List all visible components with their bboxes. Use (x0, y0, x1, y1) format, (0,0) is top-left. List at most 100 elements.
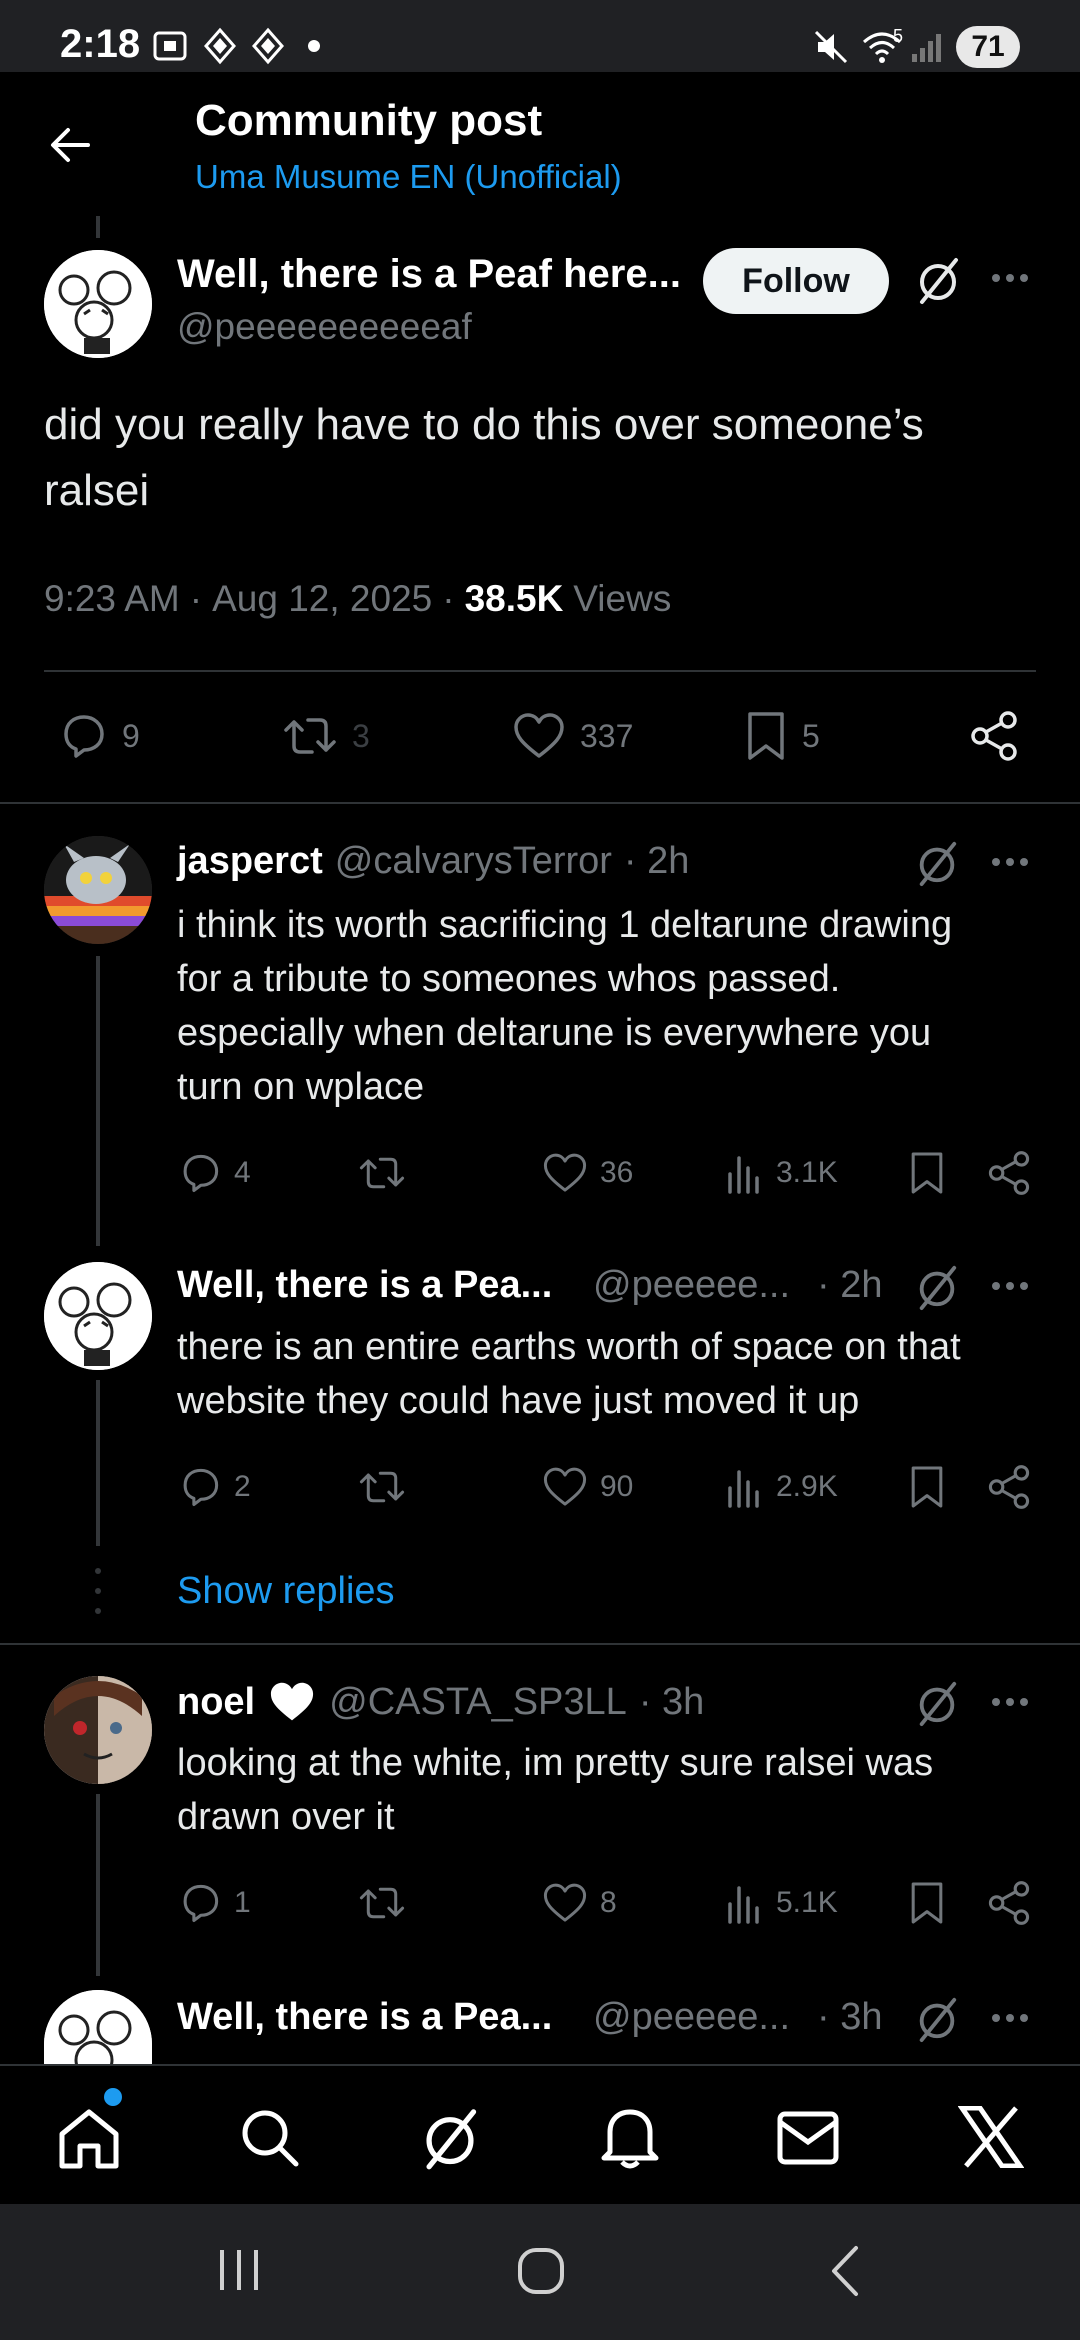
grok-icon[interactable] (914, 1994, 960, 2044)
reply-text: there is an entire earths worth of space… (177, 1320, 961, 1428)
grok-icon[interactable] (914, 838, 960, 888)
bookmark-icon[interactable] (908, 1464, 946, 1510)
reply-text-line: turn on wplace (177, 1066, 425, 1108)
reply-count: 4 (234, 1156, 251, 1189)
repost-button[interactable]: 3 (282, 712, 370, 760)
avatar[interactable] (44, 836, 152, 944)
x-logo-icon[interactable] (958, 2106, 1024, 2168)
avatar[interactable] (44, 1676, 152, 1784)
search-icon[interactable] (238, 2106, 302, 2170)
reply-author-name[interactable]: Well, there is a Pea... (177, 1264, 552, 1307)
like-button[interactable]: 90 (542, 1466, 633, 1508)
divider (0, 802, 1080, 804)
views-button[interactable]: 5.1K (724, 1882, 838, 1924)
grok-icon[interactable] (914, 1678, 960, 1728)
like-button[interactable]: 36 (542, 1152, 633, 1194)
reply-text-line: website they could have just moved it up (177, 1380, 860, 1422)
reply-count: 9 (122, 717, 140, 754)
reply-text: looking at the white, im pretty sure ral… (177, 1736, 933, 1844)
reply-time: · 2h (623, 840, 690, 882)
share-icon[interactable] (986, 1880, 1032, 1926)
reply-icon (183, 1154, 219, 1193)
reply-author-name[interactable]: jasperct (177, 840, 323, 883)
avatar[interactable] (44, 1262, 152, 1370)
reply-button[interactable]: 1 (178, 1882, 251, 1924)
network-type: 5 (893, 26, 904, 46)
views-icon (728, 1886, 759, 1924)
reply-text-line: there is an entire earths worth of space… (177, 1326, 961, 1368)
bookmark-count: 5 (802, 717, 820, 754)
home-icon[interactable] (56, 2108, 122, 2170)
like-icon (514, 713, 564, 758)
reply-time: · 3h (817, 1996, 883, 2038)
repost-count: 3 (352, 717, 370, 754)
reply-author-handle[interactable]: @peeeee... (593, 1264, 790, 1307)
notifications-icon[interactable] (600, 2104, 660, 2170)
share-icon[interactable] (968, 710, 1020, 762)
bookmark-button[interactable]: 5 (744, 710, 820, 762)
avatar[interactable] (44, 250, 152, 358)
share-icon[interactable] (986, 1464, 1032, 1510)
reply-author-handle[interactable]: @CASTA_SP3LL (329, 1681, 627, 1724)
repost-icon[interactable] (358, 1152, 406, 1194)
views-count: 2.9K (776, 1470, 838, 1503)
messages-icon[interactable] (776, 2110, 840, 2166)
home-button-icon[interactable] (516, 2246, 566, 2296)
reply-author-handle[interactable]: @calvarysTerror (335, 840, 612, 883)
dot-icon (308, 40, 320, 52)
recents-icon[interactable] (216, 2248, 262, 2292)
more-icon[interactable] (990, 2012, 1030, 2024)
follow-button[interactable]: Follow (703, 248, 889, 314)
reply-author-handle[interactable]: @peeeee... (593, 1996, 790, 2039)
more-icon[interactable] (990, 272, 1030, 284)
like-icon (543, 1153, 587, 1192)
avatar[interactable] (44, 1990, 152, 2064)
page-title: Community post (195, 96, 543, 145)
reply-author-name[interactable]: noel (177, 1681, 255, 1724)
grok-icon[interactable] (914, 1262, 960, 1312)
thread-line (96, 1794, 100, 1976)
thread-line (96, 216, 100, 238)
more-icon[interactable] (990, 856, 1030, 868)
bookmark-icon[interactable] (908, 1880, 946, 1926)
thread-line (96, 956, 100, 1246)
more-icon[interactable] (990, 1696, 1030, 1708)
reply-text-line: especially when deltarune is everywhere … (177, 1012, 932, 1054)
repost-icon[interactable] (358, 1882, 406, 1924)
reply-button[interactable]: 4 (178, 1152, 251, 1194)
divider (0, 1643, 1080, 1645)
repost-icon[interactable] (358, 1466, 406, 1508)
reply-count: 2 (234, 1470, 251, 1503)
views-button[interactable]: 2.9K (724, 1466, 838, 1508)
post-time: 9:23 AM (44, 578, 180, 619)
author-handle[interactable]: @peeeeeeeeeeaf (177, 306, 472, 348)
like-button[interactable]: 337 (512, 712, 633, 760)
more-icon[interactable] (990, 1280, 1030, 1292)
post-meta: 9:23 AM · Aug 12, 2025 · 38.5K Views (44, 578, 671, 620)
author-name[interactable]: Well, there is a Peaf here... (177, 252, 681, 297)
show-replies-link[interactable]: Show replies (177, 1570, 395, 1613)
app-notification-icon (248, 26, 288, 66)
reply-button[interactable]: 2 (178, 1466, 251, 1508)
reply-header: noel @CASTA_SP3LL · 3h (177, 1680, 704, 1724)
like-count: 90 (600, 1470, 634, 1503)
bookmark-icon (748, 712, 784, 760)
like-button[interactable]: 8 (542, 1882, 617, 1924)
bookmark-icon[interactable] (908, 1150, 946, 1196)
status-time: 2:18 (60, 22, 141, 66)
share-icon[interactable] (986, 1150, 1032, 1196)
reply-button[interactable]: 9 (58, 712, 140, 760)
grok-icon[interactable] (914, 254, 962, 306)
grok-icon[interactable] (418, 2104, 482, 2172)
reply-icon (183, 1468, 219, 1507)
reply-author-name[interactable]: Well, there is a Pea... (177, 1996, 552, 2039)
reply-text-line: for a tribute to someones whos passed. (177, 958, 841, 1000)
back-arrow-icon[interactable] (46, 120, 96, 170)
reply-text-line: i think its worth sacrificing 1 deltarun… (177, 904, 953, 946)
bottom-navigation (0, 2064, 1080, 2204)
back-icon[interactable] (826, 2244, 862, 2298)
like-count: 8 (600, 1886, 617, 1919)
reply-time: · 2h (817, 1264, 883, 1306)
views-button[interactable]: 3.1K (724, 1152, 838, 1194)
community-link[interactable]: Uma Musume EN (Unofficial) (195, 158, 622, 196)
